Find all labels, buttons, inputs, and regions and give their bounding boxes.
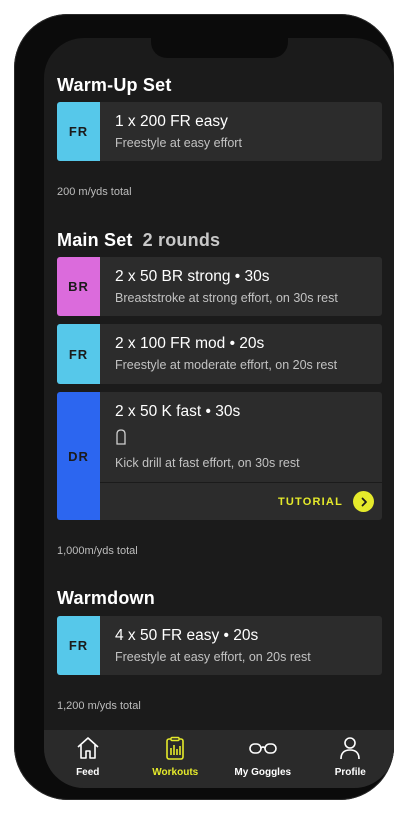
- tab-label: Feed: [76, 767, 100, 778]
- set-subtitle: Freestyle at moderate effort, on 20s res…: [115, 358, 338, 372]
- stroke-badge: DR: [57, 392, 100, 520]
- set-subtitle: Breaststroke at strong effort, on 30s re…: [115, 291, 338, 305]
- warmup-total: 200 m/yds total: [57, 186, 132, 198]
- chevron-right-icon[interactable]: [353, 491, 374, 512]
- phone-notch: [151, 38, 288, 58]
- app-screen: Warm-Up Set FR 1 x 200 FR easy Freestyle…: [44, 38, 394, 788]
- set-subtitle: Freestyle at easy effort, on 20s rest: [115, 650, 311, 664]
- main-section-title: Main Set 2 rounds: [57, 230, 220, 251]
- tab-label: Profile: [334, 767, 366, 778]
- stroke-badge: FR: [57, 102, 100, 161]
- warmdown-section-title: Warmdown: [57, 588, 155, 609]
- home-icon: [75, 736, 101, 765]
- set-title: 1 x 200 FR easy: [115, 113, 228, 130]
- goggles-icon: [248, 736, 278, 765]
- stroke-badge: FR: [57, 616, 100, 675]
- tutorial-link[interactable]: TUTORIAL: [278, 491, 374, 512]
- card-divider: [100, 482, 382, 483]
- tab-workouts[interactable]: Workouts: [132, 730, 220, 788]
- set-title: 2 x 50 K fast • 30s: [115, 403, 241, 420]
- stroke-badge: BR: [57, 257, 100, 316]
- main-total: 1,000m/yds total: [57, 545, 138, 557]
- warmup-section-title: Warm-Up Set: [57, 75, 172, 96]
- stroke-badge: FR: [57, 324, 100, 384]
- set-card-main-3[interactable]: DR 2 x 50 K fast • 30s Kick drill at fas…: [57, 392, 382, 520]
- set-card-warmup-1[interactable]: FR 1 x 200 FR easy Freestyle at easy eff…: [57, 102, 382, 161]
- warmdown-total: 1,200 m/yds total: [57, 700, 141, 712]
- person-icon: [338, 736, 362, 765]
- set-title: 2 x 100 FR mod • 20s: [115, 335, 265, 352]
- set-title: 4 x 50 FR easy • 20s: [115, 627, 259, 644]
- phone-frame: Warm-Up Set FR 1 x 200 FR easy Freestyle…: [14, 14, 394, 800]
- tab-my-goggles[interactable]: My Goggles: [219, 730, 307, 788]
- set-card-warmdown-1[interactable]: FR 4 x 50 FR easy • 20s Freestyle at eas…: [57, 616, 382, 675]
- workout-detail: Warm-Up Set FR 1 x 200 FR easy Freestyle…: [44, 38, 394, 730]
- set-subtitle: Freestyle at easy effort: [115, 136, 242, 150]
- clipboard-chart-icon: [163, 736, 187, 765]
- set-subtitle: Kick drill at fast effort, on 30s rest: [115, 456, 300, 470]
- kickboard-icon: [115, 429, 127, 450]
- tutorial-label: TUTORIAL: [277, 495, 343, 508]
- tab-profile[interactable]: Profile: [307, 730, 395, 788]
- set-card-main-2[interactable]: FR 2 x 100 FR mod • 20s Freestyle at mod…: [57, 324, 382, 384]
- tab-feed[interactable]: Feed: [44, 730, 132, 788]
- warmup-title: Warm-Up Set: [57, 75, 172, 95]
- tab-bar: Feed Workouts My Goggles Profile: [44, 730, 394, 788]
- rounds-count: 2 rounds: [142, 230, 221, 250]
- tab-label: Workouts: [152, 767, 199, 778]
- tab-label: My Goggles: [234, 767, 292, 778]
- set-card-main-1[interactable]: BR 2 x 50 BR strong • 30s Breaststroke a…: [57, 257, 382, 316]
- main-title: Main Set: [57, 230, 133, 250]
- set-title: 2 x 50 BR strong • 30s: [115, 268, 270, 285]
- warmdown-title: Warmdown: [57, 588, 155, 608]
